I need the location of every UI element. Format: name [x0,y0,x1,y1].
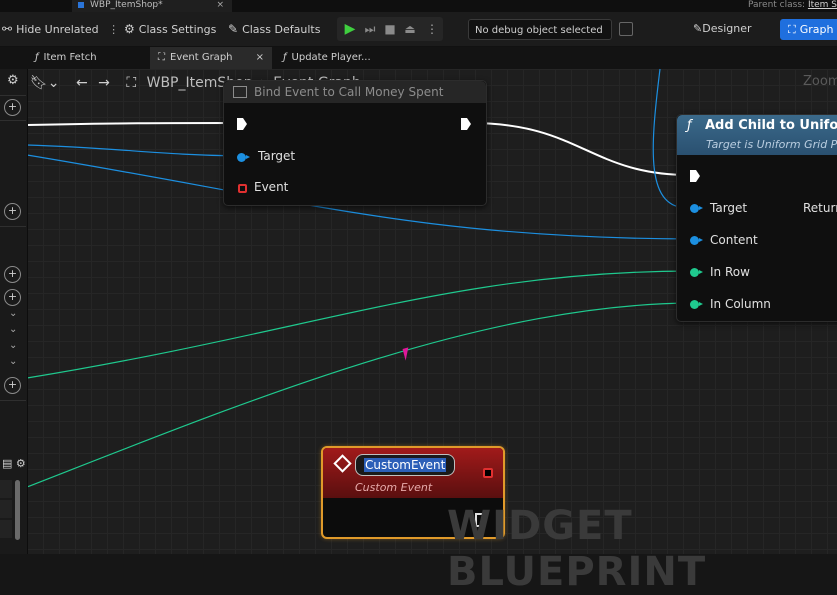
widget-blueprint-watermark: WIDGET BLUEPRINT [447,503,707,595]
object-wire-target [26,144,241,157]
chevron-down-icon[interactable]: ⌄ [9,356,17,367]
pin-label-content: Content [710,233,758,247]
chevron-down-icon[interactable]: ⌄ [9,324,17,335]
node-title: Add Child to Uniform [705,118,837,133]
add-child-node[interactable]: ƒ Add Child to Uniform Target is Uniform… [676,114,837,322]
pin-label-in-column: In Column [710,297,771,311]
bind-event-node[interactable]: Bind Event to Call Money Spent Target Ev… [223,80,487,206]
in-row-pin[interactable] [690,268,703,277]
add-icon[interactable]: + [4,266,21,283]
add-icon[interactable]: + [4,203,21,220]
pin-label-event: Event [254,180,289,194]
node-subtitle: Custom Event [355,481,433,494]
chevron-down-icon[interactable]: ⌄ [9,308,17,319]
event-dispatcher-icon [233,86,247,98]
zoom-label: Zoom [803,74,837,89]
int-wire-row [26,270,691,379]
content-pin[interactable] [690,236,703,245]
custom-event-name-text: CustomEvent [364,458,447,472]
pin-label-target: Target [710,201,748,215]
delegate-pin[interactable] [483,468,493,478]
pin-label-in-row: In Row [710,265,750,279]
back-arrow-icon[interactable]: ← [76,75,88,91]
exec-in-pin[interactable] [237,118,247,130]
gear-icon[interactable]: ⚙ [7,73,19,88]
node-title: Bind Event to Call Money Spent [254,85,444,99]
add-icon[interactable]: + [4,289,21,306]
pin-label-return: Return [803,201,837,215]
chevron-down-icon[interactable]: ⌄ [9,340,17,351]
details-row[interactable] [0,500,12,518]
exec-in-pin[interactable] [690,170,700,182]
details-row[interactable] [0,520,12,538]
details-row[interactable] [0,480,12,498]
forward-arrow-icon[interactable]: → [98,75,110,91]
node-subtitle: Target is Uniform Grid P [706,138,837,151]
event-pin[interactable] [238,184,247,193]
divider [0,120,26,121]
exec-wire-out [470,122,691,176]
target-pin[interactable] [237,153,250,162]
function-icon: ƒ [687,118,692,133]
divider [0,226,26,227]
target-pin[interactable] [690,204,703,213]
bookmark-icon[interactable]: 🔖︎⌄ [30,75,60,91]
scrollbar[interactable] [15,480,20,540]
event-icon [333,454,352,473]
pin-label-target: Target [258,149,296,163]
settings-icon[interactable]: ▤ ⚙ [2,457,26,470]
custom-event-name-input[interactable]: CustomEvent [355,454,456,476]
in-column-pin[interactable] [690,300,703,309]
node-header: Bind Event to Call Money Spent [224,81,486,103]
divider [0,95,26,96]
graph-icon: ⛶ [126,75,137,91]
divider [0,400,26,401]
node-header: CustomEvent Custom Event [323,448,503,498]
add-icon[interactable]: + [4,377,21,394]
add-icon[interactable]: + [4,99,21,116]
node-header: ƒ Add Child to Uniform Target is Uniform… [677,115,837,155]
exec-out-pin[interactable] [461,118,471,130]
exec-wire-in [26,122,235,126]
